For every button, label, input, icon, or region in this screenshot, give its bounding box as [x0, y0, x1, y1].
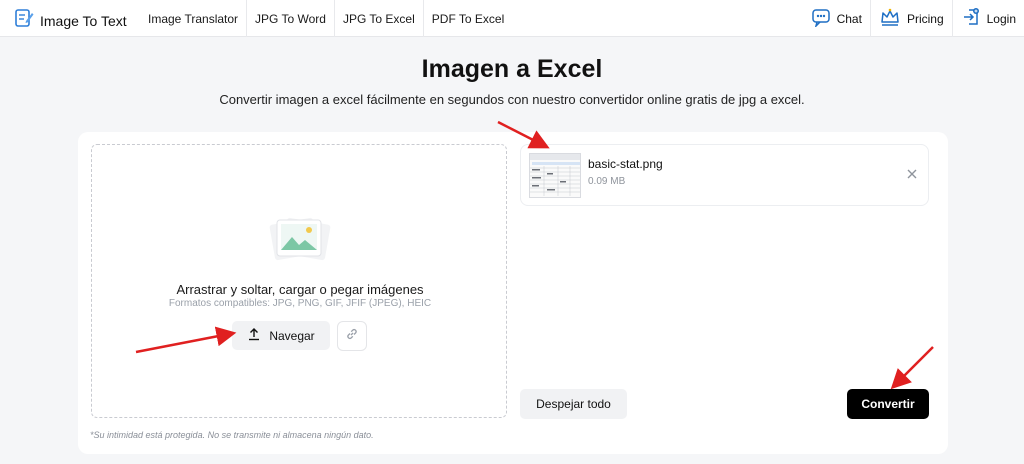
- supported-formats: Formatos compatibles: JPG, PNG, GIF, JFI…: [168, 298, 432, 309]
- top-navbar: Image To Text Image Translator JPG To Wo…: [0, 0, 1024, 37]
- page-subtitle: Convertir imagen a excel fácilmente en s…: [219, 92, 805, 107]
- privacy-note: *Su intimidad está protegida. No se tran…: [90, 430, 374, 440]
- close-icon[interactable]: [905, 167, 919, 186]
- browse-button[interactable]: Navegar: [232, 321, 330, 350]
- brand-logo[interactable]: Image To Text: [14, 8, 127, 33]
- dropzone-instructions: Arrastrar y soltar, cargar o pegar imáge…: [176, 282, 424, 297]
- file-name: basic-stat.png: [588, 157, 663, 171]
- brand-name: Image To Text: [40, 12, 127, 29]
- login-label: Login: [986, 11, 1016, 26]
- login-icon: [961, 7, 981, 30]
- nav-link-jpg-to-word[interactable]: JPG To Word: [247, 0, 335, 37]
- chat-label: Chat: [836, 11, 862, 26]
- main-nav: Image Translator JPG To Word JPG To Exce…: [140, 0, 512, 37]
- nav-link-pdf-to-excel[interactable]: PDF To Excel: [424, 0, 512, 37]
- file-thumbnail: [529, 153, 581, 198]
- crown-icon: [879, 7, 901, 30]
- browse-label: Navegar: [269, 328, 315, 343]
- document-pen-icon: [14, 8, 34, 33]
- chat-button[interactable]: Chat: [803, 0, 870, 37]
- converter-card: Arrastrar y soltar, cargar o pegar imáge…: [78, 132, 948, 454]
- image-gallery-icon: [264, 215, 334, 270]
- upload-icon: [247, 327, 261, 344]
- link-icon: [345, 327, 359, 346]
- pricing-button[interactable]: Pricing: [869, 0, 952, 37]
- nav-link-image-translator[interactable]: Image Translator: [140, 0, 248, 37]
- page-title: Imagen a Excel: [421, 55, 603, 83]
- file-size: 0.09 MB: [588, 176, 626, 187]
- clear-all-button[interactable]: Despejar todo: [520, 389, 627, 419]
- upload-dropzone[interactable]: Arrastrar y soltar, cargar o pegar imáge…: [91, 144, 507, 418]
- uploaded-file-item: basic-stat.png 0.09 MB: [520, 144, 929, 206]
- nav-link-jpg-to-excel[interactable]: JPG To Excel: [335, 0, 424, 37]
- convert-button[interactable]: Convertir: [847, 389, 929, 419]
- pricing-label: Pricing: [906, 11, 944, 26]
- login-button[interactable]: Login: [951, 0, 1024, 37]
- chat-bot-icon: [811, 7, 831, 30]
- paste-link-button[interactable]: [337, 321, 367, 351]
- right-nav: Chat Pricing Login: [803, 0, 1024, 37]
